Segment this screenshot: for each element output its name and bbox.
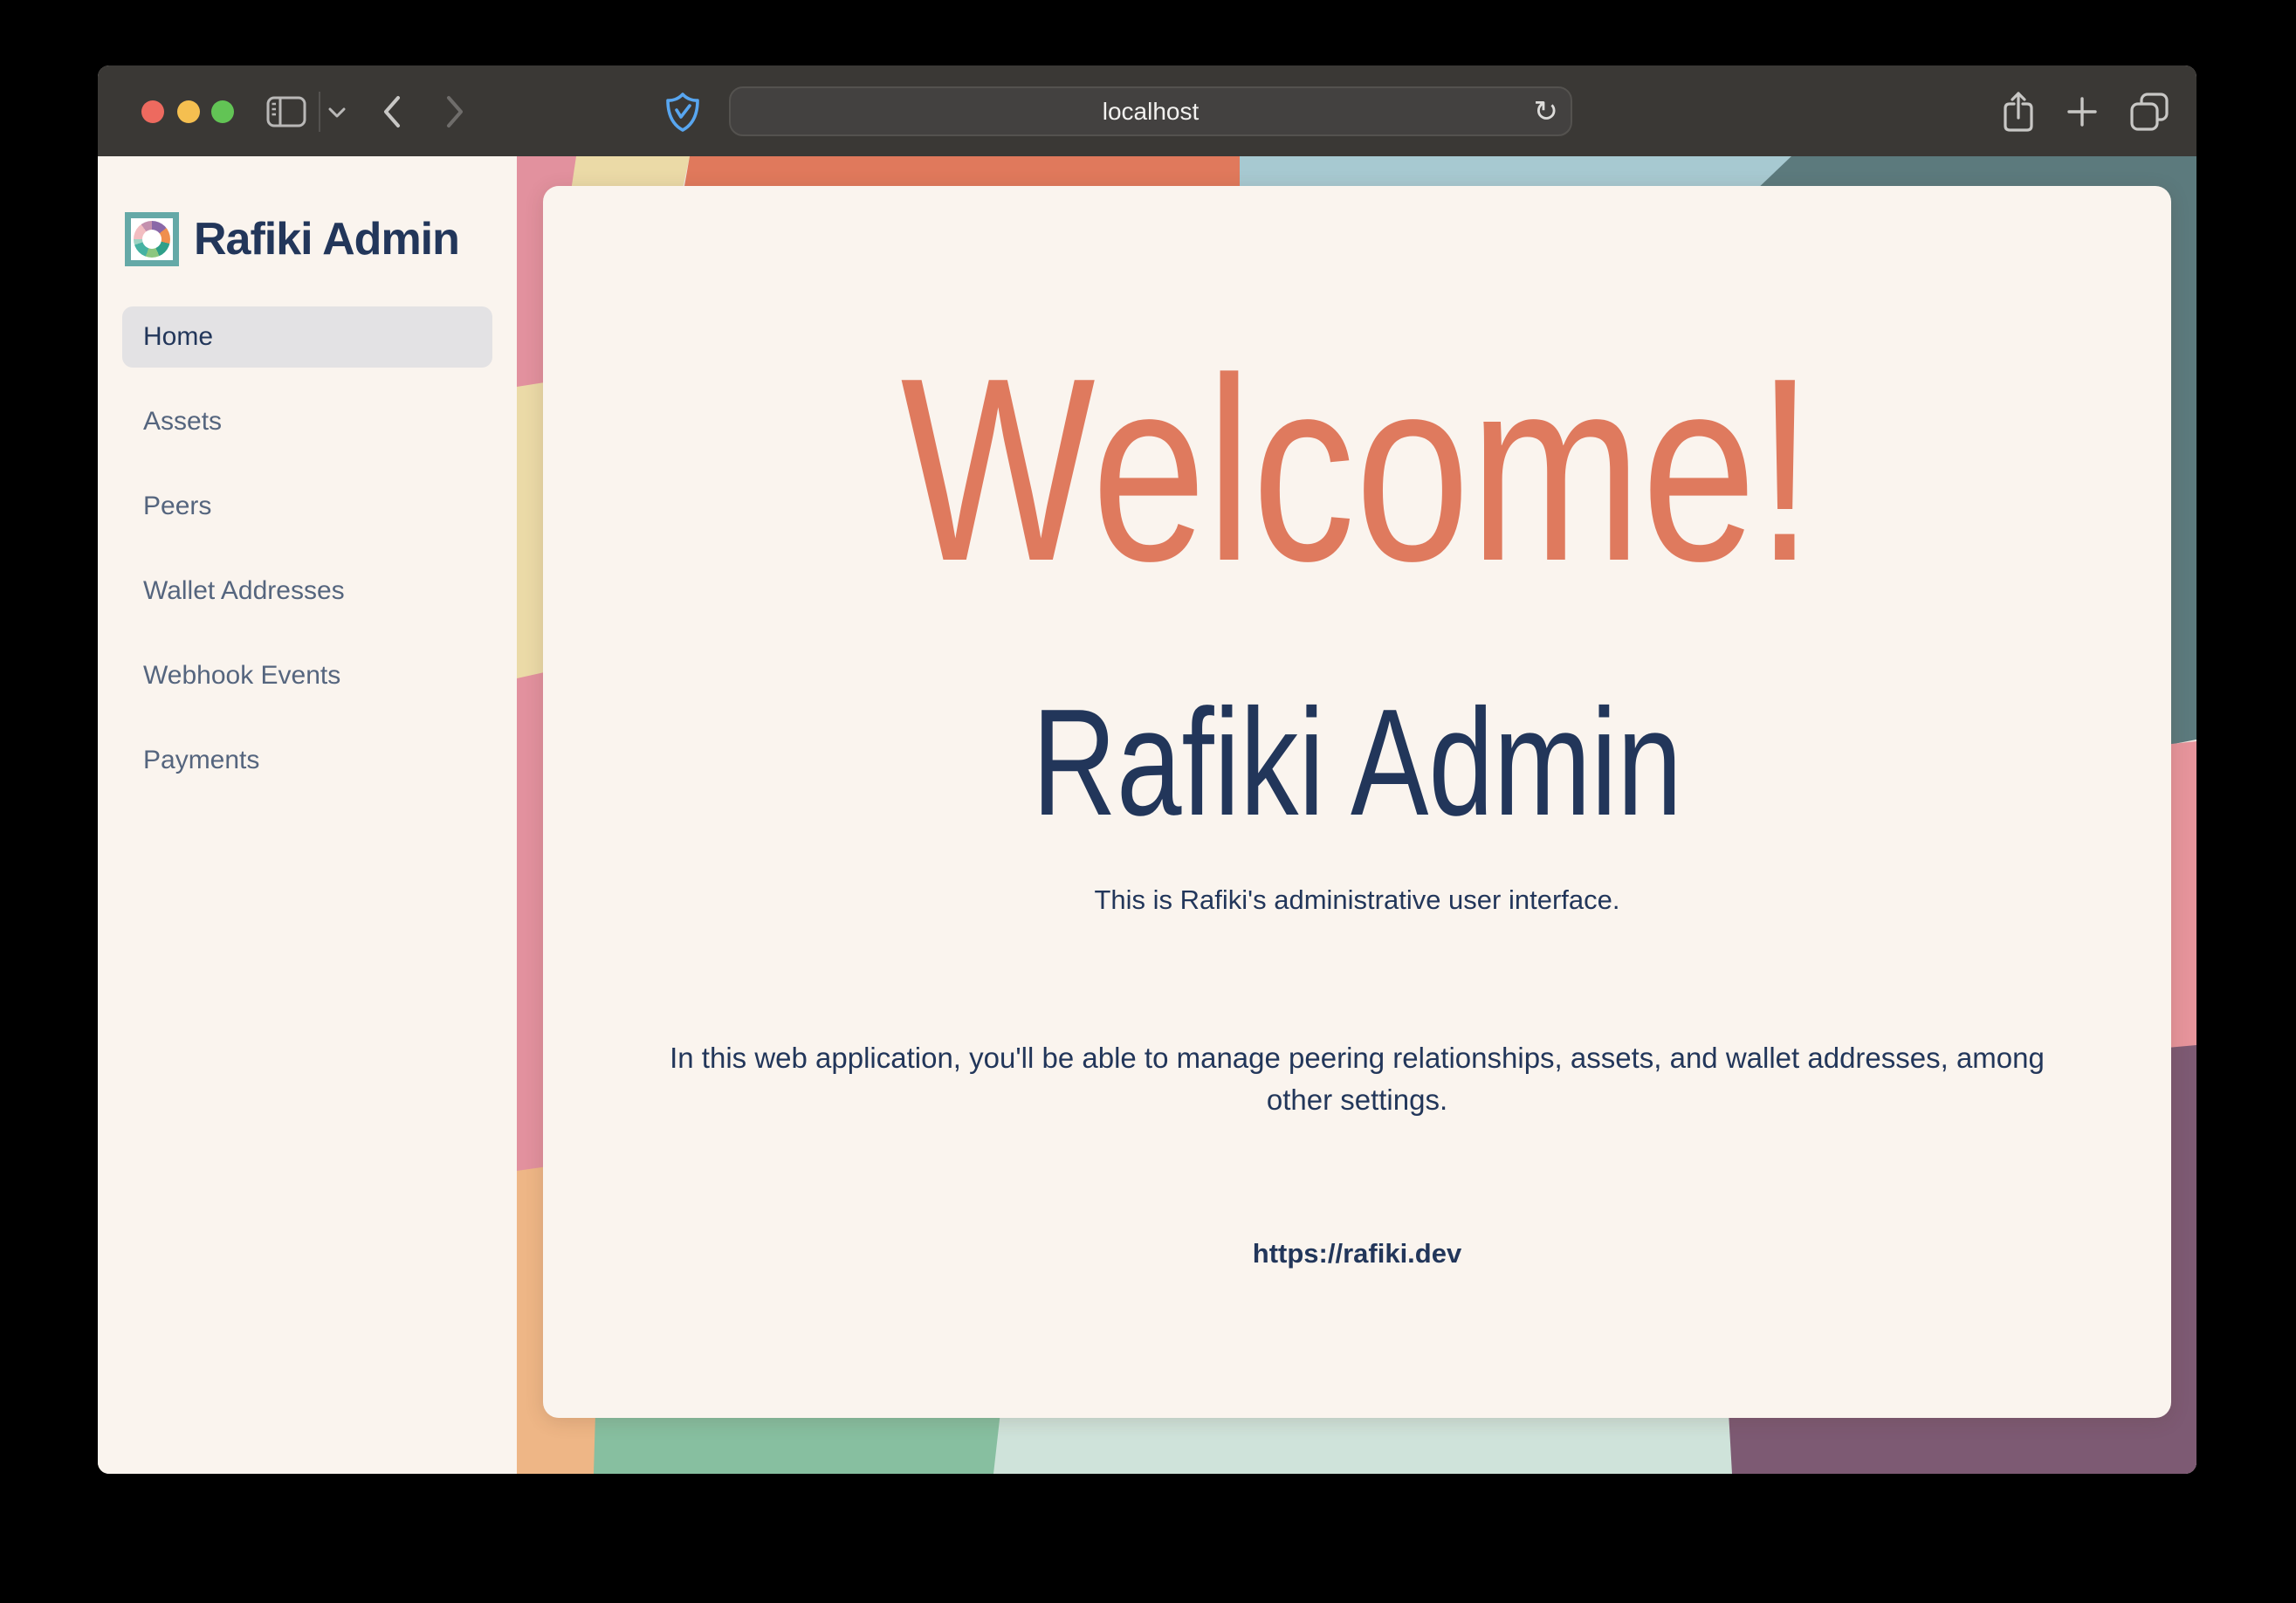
browser-window: localhost ↻ Rafiki Admin HomeAsset xyxy=(98,65,2196,1474)
forward-button[interactable] xyxy=(440,93,468,130)
rafiki-logo-icon xyxy=(125,212,179,266)
toolbar-divider xyxy=(319,92,320,132)
welcome-card: Welcome! Rafiki Admin This is Rafiki's a… xyxy=(543,186,2171,1418)
shield-icon[interactable] xyxy=(663,90,702,134)
sidebar-nav: Home Assets Peers Wallet Addresses Webhook E… xyxy=(122,306,492,791)
browser-toolbar: localhost ↻ xyxy=(98,65,2196,156)
sidebar-toggle-icon[interactable] xyxy=(266,96,306,127)
sidebar-item-home[interactable]: Home xyxy=(122,306,492,368)
brand-name: Rafiki Admin xyxy=(194,213,459,265)
sidebar-item-payments[interactable]: Payments xyxy=(122,730,492,791)
sidebar-item-peers[interactable]: Peers xyxy=(122,476,492,537)
minimize-button[interactable] xyxy=(177,100,200,123)
desktop: { "browser": { "url": "localhost", "refr… xyxy=(0,0,2296,1603)
zoom-button[interactable] xyxy=(211,100,234,123)
welcome-heading: Welcome! xyxy=(714,340,2000,601)
brand: Rafiki Admin xyxy=(125,212,459,266)
share-icon[interactable] xyxy=(1999,89,2038,134)
close-button[interactable] xyxy=(141,100,164,123)
plus-icon[interactable] xyxy=(2065,94,2100,129)
address-bar[interactable]: localhost ↻ xyxy=(729,86,1572,136)
back-button[interactable] xyxy=(379,93,407,130)
tagline: This is Rafiki's administrative user int… xyxy=(543,884,2171,916)
description: In this web application, you'll be able … xyxy=(659,1037,2056,1121)
address-text: localhost xyxy=(1103,98,1200,126)
sidebar-item-webhook-events[interactable]: Webhook Events xyxy=(122,645,492,706)
sidebar-item-wallet-addresses[interactable]: Wallet Addresses xyxy=(122,561,492,622)
main-area: Welcome! Rafiki Admin This is Rafiki's a… xyxy=(517,156,2196,1474)
sidebar: Rafiki Admin Home Assets Peers Wallet Addre… xyxy=(98,156,517,1474)
chevron-down-icon[interactable] xyxy=(327,105,347,120)
sidebar-item-assets[interactable]: Assets xyxy=(122,391,492,452)
logo-donut xyxy=(134,221,170,258)
page-title: Rafiki Admin xyxy=(730,686,1983,838)
rafiki-link[interactable]: https://rafiki.dev xyxy=(543,1238,2171,1269)
refresh-icon[interactable]: ↻ xyxy=(1534,97,1559,127)
page-content: Rafiki Admin Home Assets Peers Wallet Addre… xyxy=(98,156,2196,1474)
tabs-icon[interactable] xyxy=(2129,93,2169,131)
